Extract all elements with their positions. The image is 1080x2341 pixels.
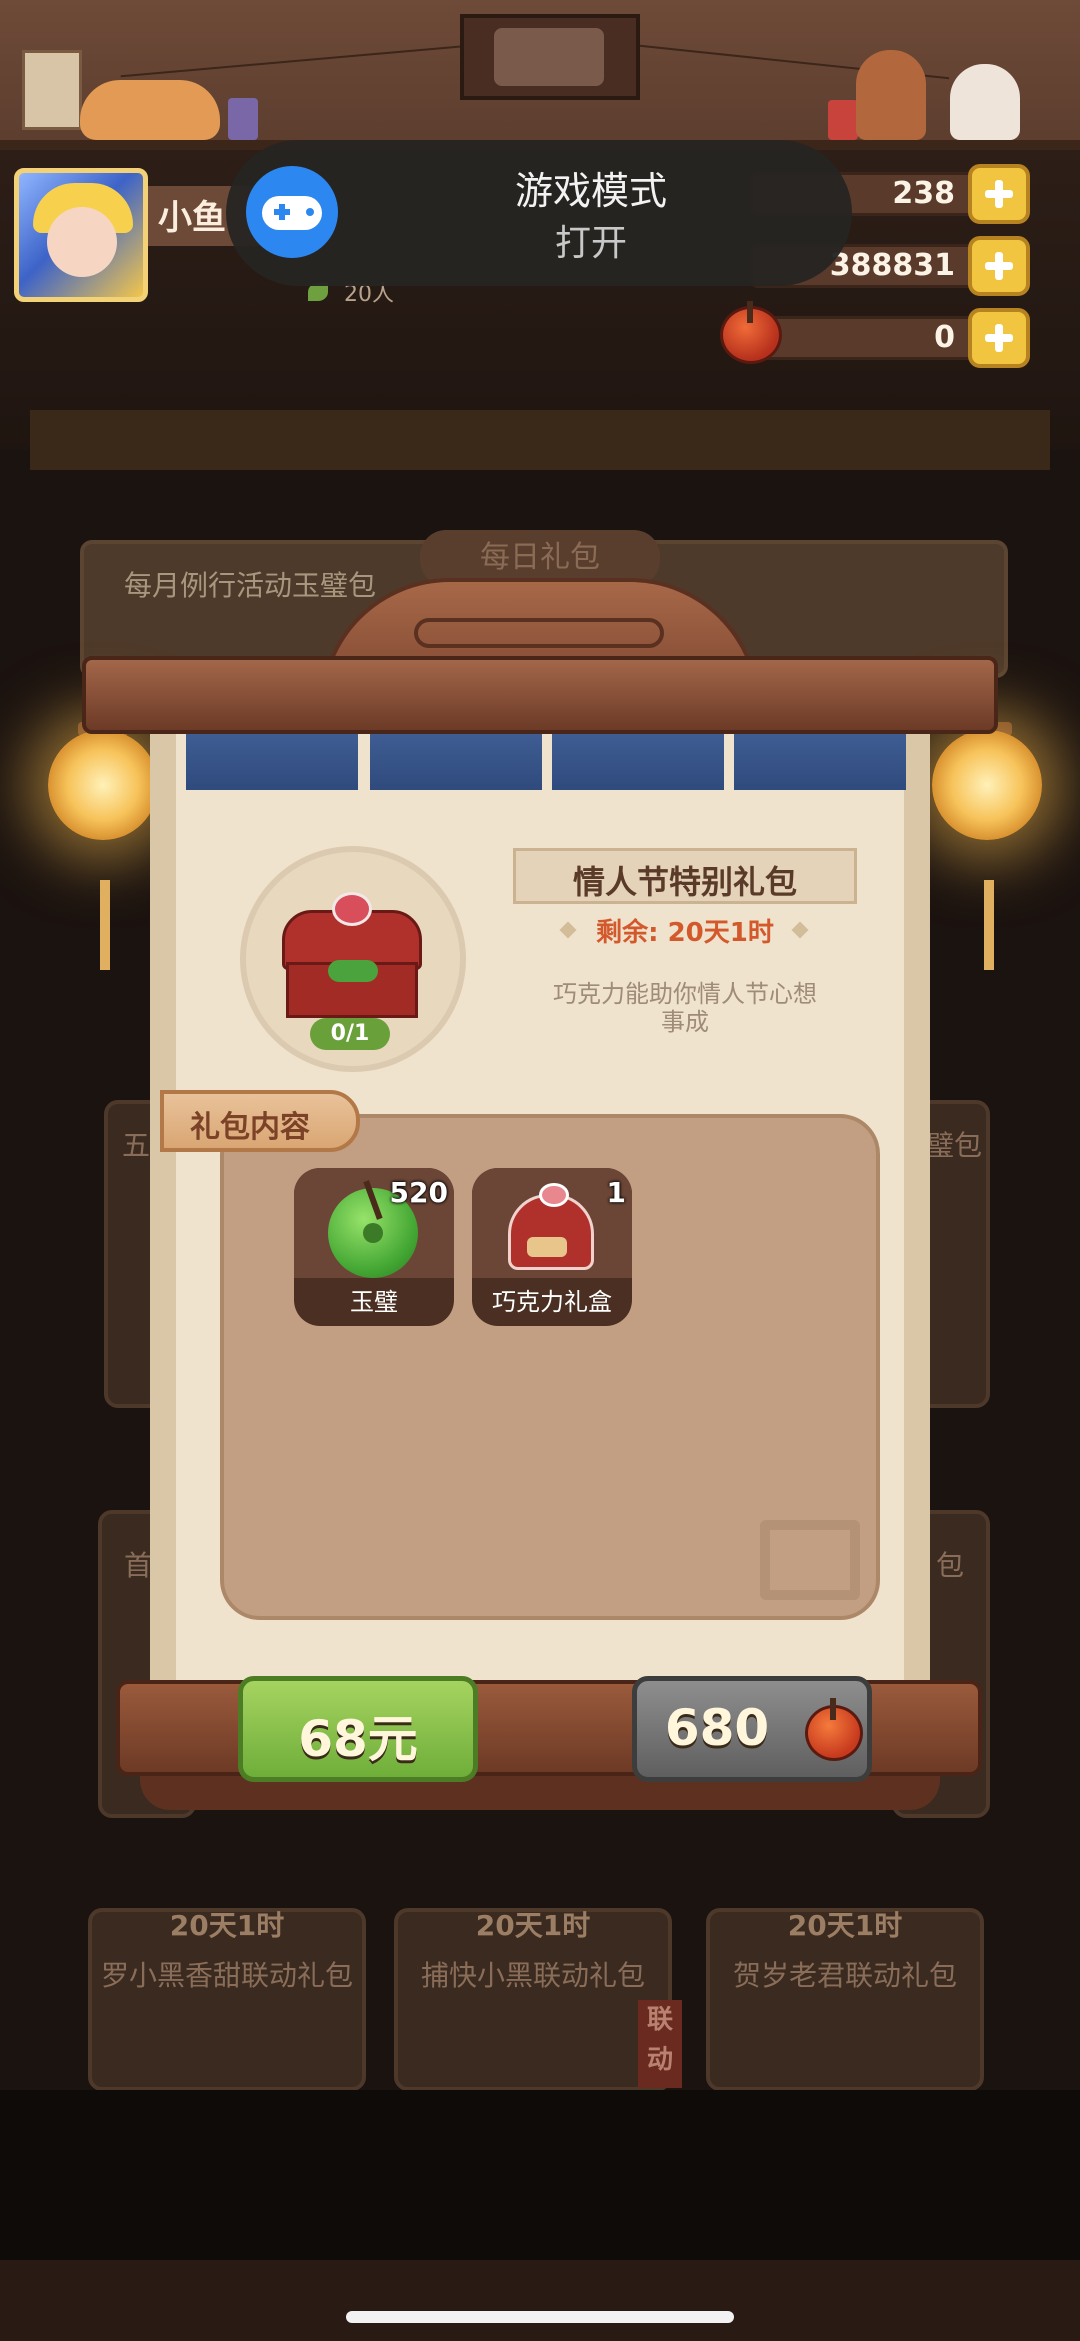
bottom-nav-dim (0, 2090, 1080, 2260)
item-chocolate-card[interactable]: 1 巧克力礼盒 (472, 1168, 632, 1326)
lantern-tassel (984, 880, 994, 970)
cup-decoration (828, 100, 858, 140)
scroll-stripe (186, 734, 358, 790)
cat-figure-decoration (950, 64, 1020, 140)
jade-price: 680 (664, 1699, 770, 1757)
gift-title-plate: 情人节特别礼包 (513, 848, 857, 904)
remaining-time: 剩余: 20天1时 (596, 918, 774, 948)
gift-contents-label-text: 礼包内容 (190, 1110, 310, 1145)
red-jade-icon (720, 301, 782, 364)
dim-card-label: 璧包 (926, 1129, 983, 1162)
bottom-strip (0, 2260, 1080, 2341)
portrait-character-icon (494, 28, 604, 86)
game-mode-banner[interactable]: 游戏模式 打开 (226, 140, 852, 286)
hanging-wire (120, 44, 470, 78)
red-jade-icon (805, 1698, 863, 1761)
scroll-stripe (370, 734, 542, 790)
left-lantern-icon (48, 730, 158, 840)
jade-hole (363, 1223, 383, 1243)
avatar-face (47, 207, 117, 277)
gift-description: 巧克力能助你情人节心想事成 (553, 980, 817, 1036)
collab-gift-card-3[interactable]: 20天1时 贺岁老君联动礼包 (706, 1908, 984, 2091)
gamepad-button (306, 208, 314, 216)
gift-ribbon-rose (332, 892, 372, 926)
gift-name: 贺岁老君联动礼包 (732, 1959, 957, 1992)
collab-ribbon-tag: 联动 (638, 2000, 682, 2088)
coin-balance: 388831 (829, 248, 955, 283)
item-name: 巧克力礼盒 (492, 1288, 612, 1316)
purchase-progress-badge: 0/1 (310, 1018, 390, 1050)
gift-name: 罗小黑香甜联动礼包 (100, 1959, 353, 1992)
counter-shadow (30, 410, 1050, 470)
dim-card-label: 首 (124, 1549, 153, 1582)
panel-watermark (760, 1520, 860, 1600)
player-name: 小鱼 (158, 198, 226, 238)
arch-ornament (414, 618, 664, 648)
chocolate-gift-box-icon (508, 1183, 594, 1270)
character-figure-decoration (856, 50, 926, 140)
game-mode-title: 游戏模式 (514, 169, 667, 213)
home-indicator[interactable] (346, 2311, 734, 2323)
gift-jade (328, 960, 378, 982)
gift-title: 情人节特别礼包 (572, 863, 797, 901)
chocolate-ribbon (539, 1183, 569, 1207)
item-count: 520 (389, 1176, 448, 1209)
right-lantern-icon (932, 730, 1042, 840)
chocolate-tag (527, 1237, 567, 1257)
item-name: 玉璧 (350, 1288, 398, 1316)
gem-balance: 238 (892, 176, 955, 211)
item-jade-card[interactable]: 520 玉璧 (294, 1168, 454, 1326)
cash-price: 68元 (298, 1710, 418, 1768)
lantern-tassel (100, 880, 110, 970)
item-count: 1 (606, 1176, 626, 1209)
game-mode-state: 打开 (554, 223, 627, 264)
scroll-stripe (552, 734, 724, 790)
hanging-portrait (460, 14, 640, 100)
buy-with-jade-button[interactable]: 680 (632, 1676, 872, 1782)
top-shelf-scene (0, 0, 1080, 150)
valentine-gift-box-icon (282, 892, 422, 1018)
dim-card-label: 包 (936, 1549, 965, 1582)
jade-balance: 0 (934, 320, 955, 355)
scroll-stripe (734, 734, 906, 790)
dim-card-label: 五 (122, 1129, 151, 1162)
dim-header-text: 每月例行活动玉璧包 (124, 569, 377, 602)
add-gems-button[interactable] (968, 164, 1030, 224)
cup-decoration (228, 98, 258, 140)
gift-timer: 20天1时 (169, 1909, 285, 1942)
sleeping-cat-decoration (80, 80, 220, 140)
add-jade-button[interactable] (968, 308, 1030, 368)
buy-with-cash-button[interactable]: 68元 (238, 1676, 478, 1782)
jade-balance-bar: 0 (750, 316, 980, 360)
collab-gift-card-1[interactable]: 20天1时 罗小黑香甜联动礼包 (88, 1908, 366, 2091)
gift-name: 捕快小黑联动礼包 (420, 1959, 645, 1992)
gift-timer: 20天1时 (787, 1909, 903, 1942)
collab-gift-card-2[interactable]: 20天1时 捕快小黑联动礼包 联动 (394, 1908, 682, 2091)
dpad-vertical (279, 204, 285, 220)
gamepad-shape (262, 196, 322, 230)
gift-contents-label: 礼包内容 (160, 1090, 360, 1152)
modal-top-beam (82, 656, 998, 734)
add-coins-button[interactable] (968, 236, 1030, 296)
wall-scroll-decoration (22, 50, 82, 130)
gift-timer: 20天1时 (475, 1909, 591, 1942)
gamepad-icon (246, 166, 338, 258)
player-avatar[interactable] (14, 168, 148, 302)
